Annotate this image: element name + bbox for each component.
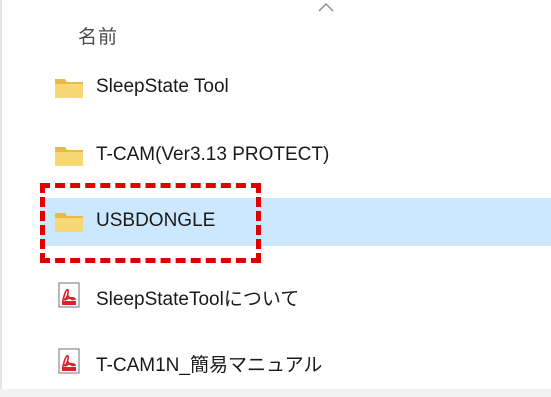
file-list-pane: 名前 SleepState Tool T-CAM(Ver3.13 PROTECT… xyxy=(0,0,551,397)
folder-icon xyxy=(55,147,83,166)
name-column-label: 名前 xyxy=(78,27,119,48)
pdf-icon xyxy=(58,348,80,374)
name-column-header[interactable]: 名前 xyxy=(18,14,551,54)
pane-divider xyxy=(0,0,2,397)
file-name: USBDONGLE xyxy=(96,210,216,231)
file-row-t-cam1n-manual[interactable]: T-CAM1N_簡易マニュアル xyxy=(40,338,551,386)
horizontal-scroll-area xyxy=(0,389,551,397)
file-name: T-CAM1N_簡易マニュアル xyxy=(96,355,323,376)
file-name: T-CAM(Ver3.13 PROTECT) xyxy=(96,144,330,165)
file-row-sleepstatetool-about[interactable]: SleepStateToolについて xyxy=(40,272,551,320)
pdf-icon xyxy=(58,282,80,308)
file-row-usbdongle[interactable]: USBDONGLE xyxy=(40,198,551,246)
file-name: SleepState Tool xyxy=(96,76,229,97)
file-row-t-cam-ver313-protect[interactable]: T-CAM(Ver3.13 PROTECT) xyxy=(40,132,551,180)
folder-icon xyxy=(55,79,83,98)
folder-icon xyxy=(55,213,83,232)
chevron-up-icon xyxy=(318,3,334,12)
file-name: SleepStateToolについて xyxy=(96,289,300,310)
file-row-sleepstate-tool[interactable]: SleepState Tool xyxy=(40,64,551,112)
